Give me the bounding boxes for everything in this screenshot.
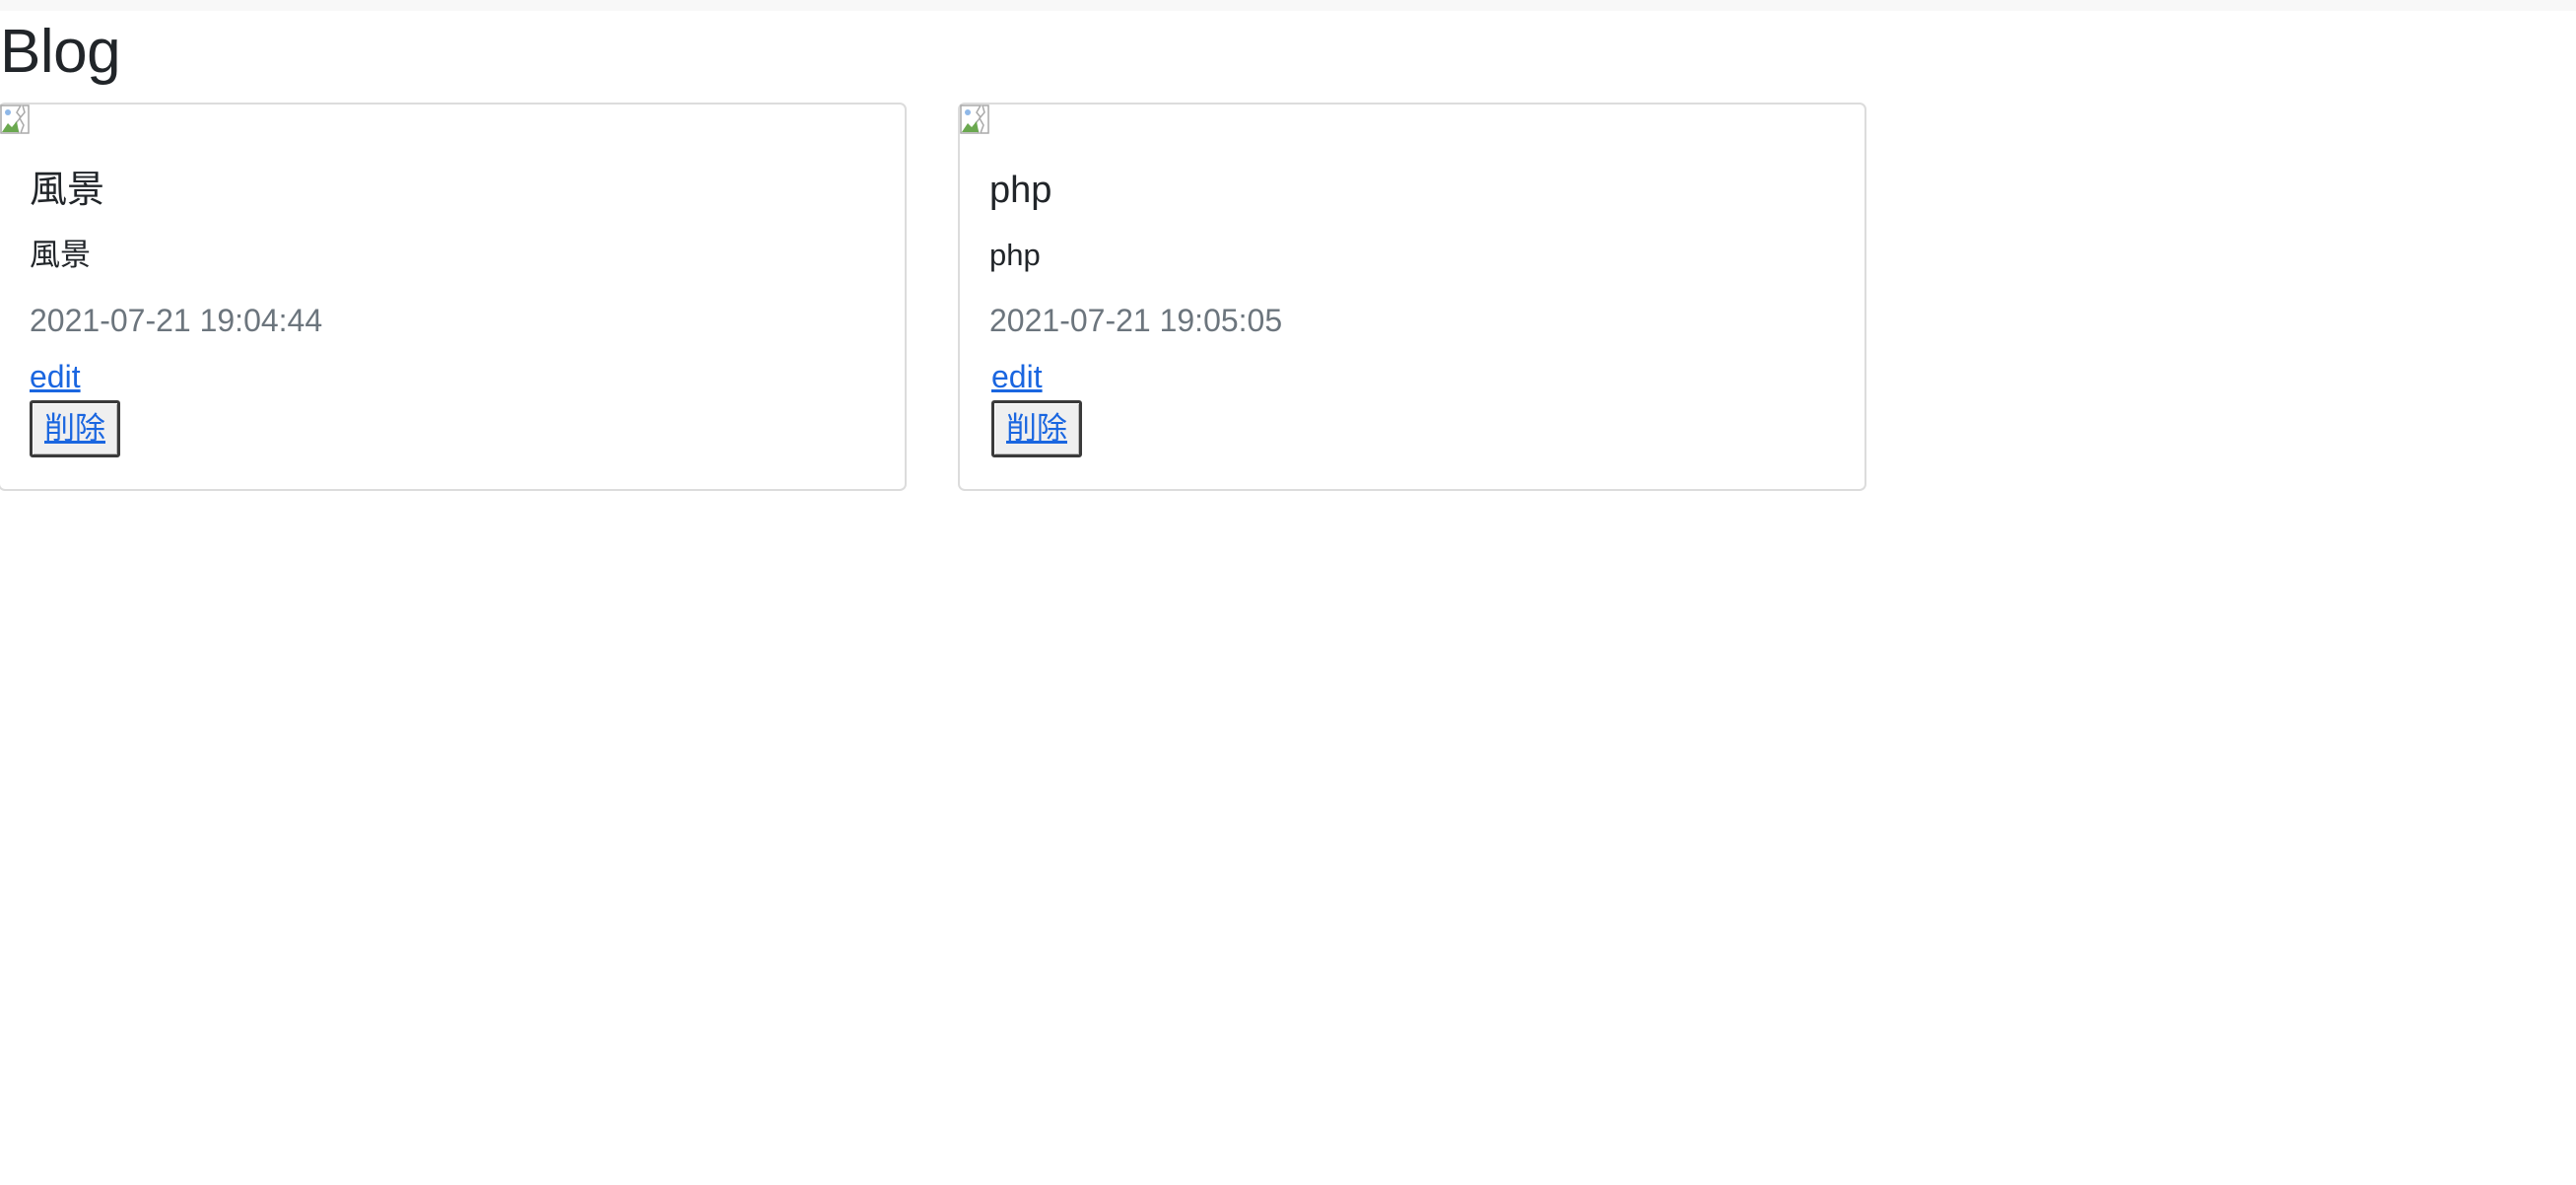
post-title: 風景 [30,170,105,211]
post-body: php [989,238,1041,272]
post-body: 風景 [30,238,91,272]
post-card: php php 2021-07-21 19:05:05 [958,103,1866,491]
broken-image-icon [959,104,990,135]
delete-button[interactable]: 削除 [991,400,1082,457]
delete-button[interactable]: 削除 [30,400,120,457]
post-title: php [989,170,1052,211]
top-bar [0,0,2576,11]
post-card: 風景 風景 2021-07-21 19:04:44 [0,103,907,491]
post-timestamp: 2021-07-21 19:04:44 [30,303,323,338]
page-title: Blog [0,18,121,86]
edit-link[interactable]: edit [991,357,1043,396]
post-timestamp: 2021-07-21 19:05:05 [989,303,1283,338]
edit-link[interactable]: edit [30,357,81,396]
broken-image-icon [0,104,31,135]
